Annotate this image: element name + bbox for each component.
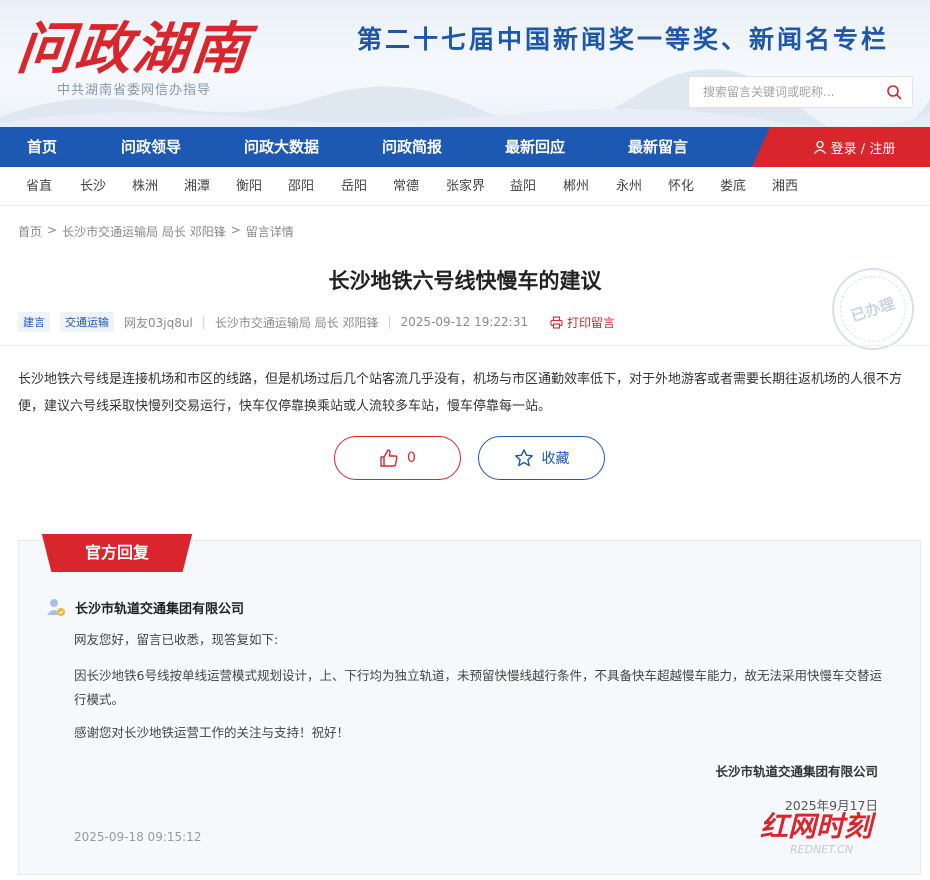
region-item[interactable]: 省直 <box>26 167 52 206</box>
thumbs-up-icon <box>380 449 398 467</box>
search-box[interactable] <box>688 76 913 108</box>
header-banner: 问政湖南 中共湖南省委网信办指导 第二十七届中国新闻奖一等奖、新闻名专栏 <box>0 0 930 127</box>
reply-org-name: 长沙市轨道交通集团有限公司 <box>75 601 245 617</box>
print-button[interactable]: 打印留言 <box>550 314 615 331</box>
region-item[interactable]: 衡阳 <box>236 167 262 206</box>
region-item[interactable]: 长沙 <box>80 167 106 206</box>
tag-category[interactable]: 交通运输 <box>60 312 114 332</box>
favorite-button[interactable]: 收藏 <box>478 436 605 480</box>
print-label: 打印留言 <box>566 315 615 330</box>
reply-org: 长沙市轨道交通集团有限公司 <box>45 596 244 618</box>
status-stamp-ring: 已办理 <box>840 276 906 342</box>
post-time: 2025-09-12 19:22:31 <box>400 315 528 329</box>
nav-item-home[interactable]: 首页 <box>27 127 57 167</box>
region-item[interactable]: 湘潭 <box>184 167 210 206</box>
post-meta: 建言 交通运输 网友03jq8ul | 长沙市交通运输局 局长 邓阳锋 | 20… <box>18 312 615 332</box>
favorite-label: 收藏 <box>541 451 570 467</box>
logo-subtitle: 中共湖南省委网信办指导 <box>57 83 212 98</box>
reply-paragraph: 网友您好，留言已收悉，现答复如下: <box>74 632 279 647</box>
breadcrumb-target[interactable]: 长沙市交通运输局 局长 邓阳锋 <box>62 223 226 240</box>
star-icon <box>514 449 533 467</box>
region-item[interactable]: 张家界 <box>446 167 485 206</box>
user-icon <box>813 140 826 154</box>
region-item[interactable]: 岳阳 <box>341 167 367 206</box>
nav-item-briefing[interactable]: 问政简报 <box>382 127 442 167</box>
like-count: 0 <box>407 450 416 466</box>
site-logo[interactable]: 问政湖南 <box>14 4 255 85</box>
breadcrumb-home[interactable]: 首页 <box>18 223 42 240</box>
region-item[interactable]: 株洲 <box>132 167 158 206</box>
search-icon[interactable] <box>886 84 902 100</box>
reply-paragraph: 感谢您对长沙地铁运营工作的关注与支持！祝好！ <box>74 725 350 740</box>
region-item[interactable]: 怀化 <box>668 167 694 206</box>
login-register-button[interactable]: 登录 / 注册 <box>752 127 930 167</box>
region-item[interactable]: 邵阳 <box>288 167 314 206</box>
content-divider <box>0 345 930 346</box>
like-button[interactable]: 0 <box>334 436 461 480</box>
header-slogan: 第二十七届中国新闻奖一等奖、新闻名专栏 <box>357 25 890 54</box>
svg-text:REDNET.CN: REDNET.CN <box>790 843 853 856</box>
region-item[interactable]: 湘西 <box>772 167 798 206</box>
region-item[interactable]: 益阳 <box>510 167 536 206</box>
post-author: 网友03jq8ul <box>124 315 193 330</box>
official-reply-tab: 官方回复 <box>37 534 197 572</box>
post-title: 长沙地铁六号线快慢车的建议 <box>328 269 602 293</box>
official-reply-tab-label: 官方回复 <box>84 543 149 562</box>
breadcrumb-current: 留言详情 <box>245 225 294 239</box>
reply-time: 2025-09-18 09:15:12 <box>74 830 202 844</box>
meta-divider: | <box>201 315 206 329</box>
login-label: 登录 / 注册 <box>830 141 896 157</box>
region-bar: 省直 长沙 株洲 湘潭 衡阳 邵阳 岳阳 常德 张家界 益阳 郴州 永州 怀化 … <box>0 167 930 206</box>
breadcrumb-separator: > <box>47 223 58 237</box>
region-item[interactable]: 郴州 <box>563 167 589 206</box>
breadcrumb: 首页 > 长沙市交通运输局 局长 邓阳锋 > 留言详情 <box>18 223 294 240</box>
print-icon <box>550 315 563 329</box>
region-item[interactable]: 常德 <box>393 167 419 206</box>
region-item[interactable]: 永州 <box>616 167 642 206</box>
nav-item-big-data[interactable]: 问政大数据 <box>244 127 319 167</box>
reply-paragraph: 因长沙地铁6号线按单线运营模式规划设计，上、下行均为独立轨道，未预留快慢线越行条… <box>74 668 882 707</box>
post-content: 长沙地铁六号线是连接机场和市区的线路，但是机场过后几个站客流几乎没有，机场与市区… <box>18 372 903 414</box>
reply-signature: 长沙市轨道交通集团有限公司 <box>715 764 878 779</box>
nav-item-latest-message[interactable]: 最新留言 <box>628 127 688 167</box>
breadcrumb-separator: > <box>230 223 241 237</box>
nav-item-latest-response[interactable]: 最新回应 <box>505 127 565 167</box>
tag-type[interactable]: 建言 <box>18 312 50 332</box>
rednet-watermark-logo: 红网时刻 REDNET.CN <box>759 809 878 856</box>
status-stamp: 已办理 <box>832 268 914 350</box>
nav-item-leaders[interactable]: 问政领导 <box>121 127 181 167</box>
region-item[interactable]: 娄底 <box>720 167 746 206</box>
post-target[interactable]: 长沙市交通运输局 局长 邓阳锋 <box>215 314 379 331</box>
meta-divider: | <box>387 315 392 329</box>
status-stamp-text: 已办理 <box>848 293 898 325</box>
search-input[interactable] <box>703 85 886 99</box>
official-user-icon <box>47 599 65 616</box>
svg-text:红网时刻: 红网时刻 <box>760 810 877 843</box>
